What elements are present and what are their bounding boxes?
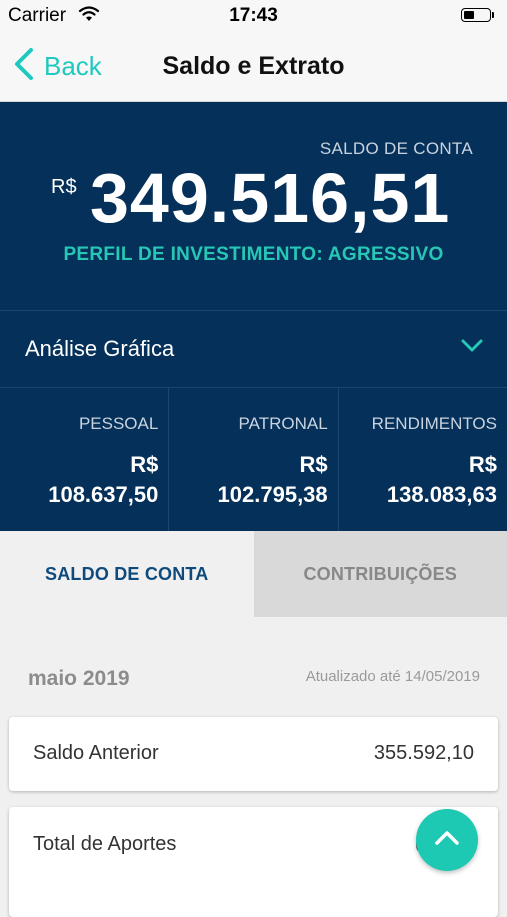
balance-summary: SALDO DE CONTA R$ 349.516,51 PERFIL DE I… bbox=[0, 102, 507, 310]
graphic-analysis-label: Análise Gráfica bbox=[25, 336, 174, 362]
breakdown-currency: R$ bbox=[300, 452, 328, 478]
investment-profile: PERFIL DE INVESTIMENTO: AGRESSIVO bbox=[0, 244, 507, 266]
scroll-to-top-button[interactable] bbox=[416, 809, 478, 871]
statement-row-saldo-anterior: Saldo Anterior 355.592,10 bbox=[9, 717, 498, 791]
balance-label: SALDO DE CONTA bbox=[320, 139, 473, 159]
graphic-analysis-toggle[interactable]: Análise Gráfica bbox=[0, 310, 507, 388]
breakdown-value: 138.083,63 bbox=[387, 482, 497, 508]
balance-breakdown: PESSOAL R$ 108.637,50 PATRONAL R$ 102.79… bbox=[0, 388, 507, 531]
breakdown-patronal: PATRONAL R$ 102.795,38 bbox=[169, 388, 338, 531]
updated-date: Atualizado até 14/05/2019 bbox=[306, 668, 480, 685]
navigation-bar: Back Saldo e Extrato bbox=[0, 32, 507, 102]
tab-bar: SALDO DE CONTA CONTRIBUIÇÕES bbox=[0, 531, 507, 617]
balance-currency: R$ bbox=[51, 176, 77, 199]
chevron-down-icon bbox=[461, 339, 483, 358]
breakdown-pessoal: PESSOAL R$ 108.637,50 bbox=[0, 388, 169, 531]
clock: 17:43 bbox=[0, 5, 507, 27]
tab-contribuicoes[interactable]: CONTRIBUIÇÕES bbox=[254, 531, 507, 617]
balance-amount: 349.516,51 bbox=[90, 158, 450, 238]
breakdown-label: RENDIMENTOS bbox=[372, 414, 497, 434]
battery-icon bbox=[461, 8, 495, 24]
breakdown-value: 102.795,38 bbox=[218, 482, 328, 508]
statement-row-label: Saldo Anterior bbox=[33, 742, 159, 765]
statement-month: maio 2019 bbox=[28, 667, 130, 691]
breakdown-currency: R$ bbox=[469, 452, 497, 478]
breakdown-currency: R$ bbox=[130, 452, 158, 478]
breakdown-value: 108.637,50 bbox=[48, 482, 158, 508]
page-title: Saldo e Extrato bbox=[0, 52, 507, 81]
breakdown-label: PESSOAL bbox=[79, 414, 158, 434]
breakdown-label: PATRONAL bbox=[239, 414, 328, 434]
statement-row-label: Total de Aportes bbox=[33, 833, 176, 856]
breakdown-rendimentos: RENDIMENTOS R$ 138.083,63 bbox=[339, 388, 507, 531]
chevron-up-icon bbox=[434, 830, 460, 851]
status-bar: Carrier 17:43 bbox=[0, 0, 507, 32]
tab-saldo-de-conta[interactable]: SALDO DE CONTA bbox=[0, 531, 254, 617]
statement-row-value: 355.592,10 bbox=[374, 742, 474, 765]
